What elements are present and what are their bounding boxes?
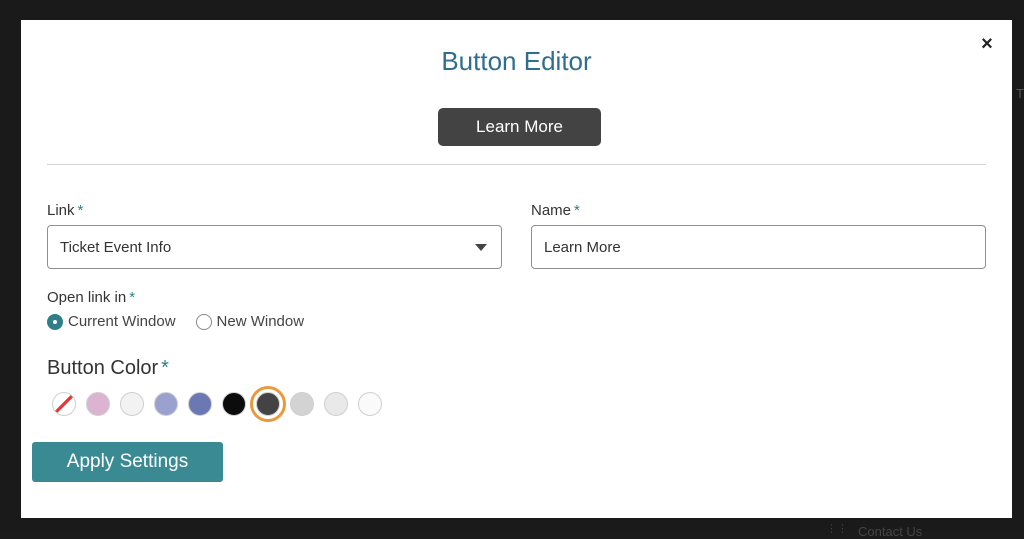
background-dots: ⋮⋮ xyxy=(826,523,848,535)
radio-label: New Window xyxy=(216,313,305,330)
link-label: Link * xyxy=(47,202,83,219)
link-label-text: Link xyxy=(47,202,75,219)
color-swatch[interactable] xyxy=(86,392,110,416)
modal-title: Button Editor xyxy=(441,46,592,76)
open-link-label: Open link in * xyxy=(47,289,135,306)
color-swatch[interactable] xyxy=(358,392,382,416)
button-color-label-text: Button Color xyxy=(47,357,159,379)
divider xyxy=(47,164,986,165)
open-link-radio-group: Current Window New Window xyxy=(47,313,324,330)
apply-settings-button[interactable]: Apply Settings xyxy=(32,442,223,482)
color-swatch[interactable] xyxy=(250,386,286,422)
color-swatch[interactable] xyxy=(120,392,144,416)
chevron-down-icon xyxy=(475,244,487,251)
required-mark: * xyxy=(77,202,84,219)
background-text: T xyxy=(1016,86,1024,101)
color-swatch[interactable] xyxy=(290,392,314,416)
link-select[interactable]: Ticket Event Info xyxy=(47,225,502,269)
button-color-label: Button Color * xyxy=(47,357,169,380)
link-select-value: Ticket Event Info xyxy=(60,238,172,256)
color-swatch[interactable] xyxy=(154,392,178,416)
radio-unchecked-icon[interactable] xyxy=(195,313,212,330)
radio-label: Current Window xyxy=(68,313,176,330)
required-mark: * xyxy=(574,202,580,219)
color-swatch[interactable] xyxy=(188,392,212,416)
name-input[interactable] xyxy=(531,225,986,269)
required-mark: * xyxy=(129,289,136,306)
color-swatch[interactable] xyxy=(222,392,246,416)
no-color-swatch[interactable] xyxy=(52,392,76,416)
button-editor-modal: × Button Editor Learn More Link * Ticket … xyxy=(21,20,1012,518)
background-contact-link: Contact Us xyxy=(858,524,923,539)
radio-checked-icon[interactable] xyxy=(47,313,63,330)
button-preview[interactable]: Learn More xyxy=(438,108,601,146)
radio-current-window[interactable]: Current Window xyxy=(47,313,176,330)
open-link-label-text: Open link in xyxy=(47,289,127,306)
required-mark: * xyxy=(161,357,169,379)
color-swatch[interactable] xyxy=(324,392,348,416)
name-label: Name * xyxy=(531,202,580,219)
name-label-text: Name xyxy=(531,202,572,219)
color-swatches xyxy=(52,386,392,422)
radio-new-window[interactable]: New Window xyxy=(195,313,305,330)
